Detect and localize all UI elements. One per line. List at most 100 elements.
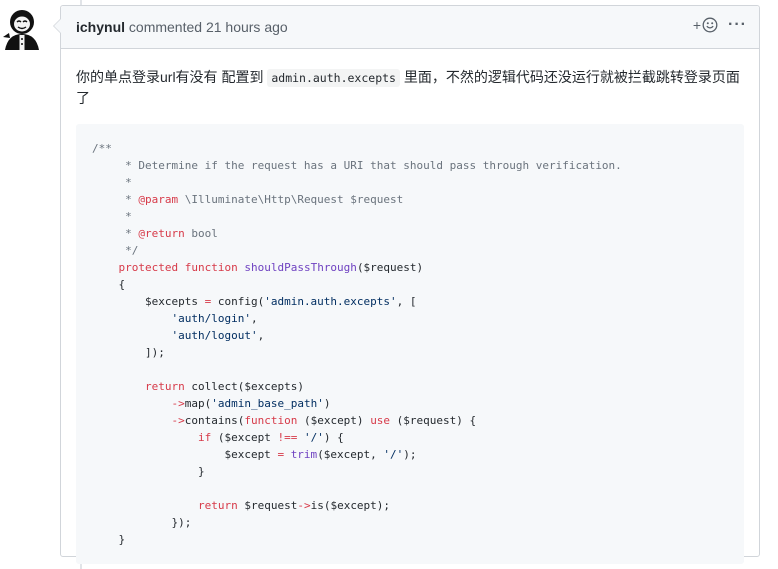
comment-text-before: 你的单点登录url有没有 配置到 [76, 69, 268, 85]
code-token: ); [403, 448, 417, 461]
code-token: , [ [396, 295, 417, 308]
code-line: ->contains(function ($except) use ($requ… [92, 412, 744, 429]
code-token: * [92, 210, 132, 223]
code-token: -> [171, 397, 185, 410]
code-token: if [197, 431, 212, 444]
code-token: , [257, 329, 265, 342]
code-token: $excepts [92, 295, 205, 308]
plus-label: + [692, 17, 702, 33]
code-token: '/' [383, 448, 404, 461]
code-token: * [92, 193, 139, 206]
code-line: }); [92, 514, 744, 531]
code-line: 'auth/login', [92, 310, 744, 327]
code-token: @return [138, 227, 185, 240]
code-line: */ [92, 242, 744, 259]
code-token: -> [297, 499, 311, 512]
code-token: ($request) { [390, 414, 477, 427]
code-line: protected function shouldPassThrough($re… [92, 259, 744, 276]
author-link[interactable]: ichynul [76, 19, 125, 35]
code-token: contains( [184, 414, 245, 427]
code-token: , [250, 312, 258, 325]
code-token: !== [277, 431, 298, 444]
code-line: ->map('admin_base_path') [92, 395, 744, 412]
code-token: is($except); [310, 499, 391, 512]
comment-header-text: ichynul commented 21 hours ago [76, 19, 288, 35]
code-token: } [92, 533, 126, 546]
code-line: } [92, 463, 744, 480]
code-token: map( [184, 397, 212, 410]
code-token: */ [92, 244, 139, 257]
code-line: * Determine if the request has a URI tha… [92, 157, 744, 174]
code-token: shouldPassThrough [244, 261, 357, 274]
code-token: collect($excepts) [184, 380, 304, 393]
code-line: 'auth/logout', [92, 327, 744, 344]
code-token: ($except, [317, 448, 384, 461]
add-reaction-button[interactable]: + [693, 17, 718, 33]
code-token: /** [92, 142, 112, 155]
code-token: ) [323, 397, 331, 410]
code-token: ($except [211, 431, 278, 444]
smiley-icon [702, 17, 718, 33]
comment-timestamp[interactable]: 21 hours ago [206, 19, 288, 35]
comment: ichynul commented 21 hours ago + ··· 你的单… [53, 5, 760, 564]
code-token: use [370, 414, 391, 427]
code-token: }); [92, 516, 192, 529]
code-token: ($request) [356, 261, 424, 274]
code-token: 'auth/logout' [171, 329, 258, 342]
code-line: return collect($excepts) [92, 378, 744, 395]
code-token: '/' [303, 431, 324, 444]
header-actions: + ··· [693, 17, 747, 34]
code-token: $request [237, 499, 298, 512]
code-token: * [92, 227, 139, 240]
code-token: { [92, 278, 126, 291]
comment-header: ichynul commented 21 hours ago + ··· [61, 6, 759, 49]
code-token: function [184, 261, 238, 274]
code-token: -> [171, 414, 185, 427]
avatar-image [0, 6, 44, 50]
code-token: ($except) [297, 414, 371, 427]
code-line: ]); [92, 344, 744, 361]
code-line: * @return bool [92, 225, 744, 242]
code-line: /** [92, 140, 744, 157]
code-token: ]); [92, 346, 165, 359]
code-line: if ($except !== '/') { [92, 429, 744, 446]
code-token: function [244, 414, 298, 427]
code-token: \Illuminate\Http\Request $request [178, 193, 404, 206]
code-line: * [92, 208, 744, 225]
code-line: } [92, 531, 744, 548]
inline-code: admin.auth.excepts [267, 69, 400, 87]
comment-text: 你的单点登录url有没有 配置到 admin.auth.excepts 里面，不… [76, 67, 744, 108]
code-token: 'admin.auth.excepts' [264, 295, 397, 308]
code-line: $excepts = config('admin.auth.excepts', … [92, 293, 744, 310]
kebab-icon[interactable]: ··· [728, 17, 747, 33]
code-token: 'auth/login' [171, 312, 251, 325]
code-line: * @param \Illuminate\Http\Request $reque… [92, 191, 744, 208]
code-line: $except = trim($except, '/'); [92, 446, 744, 463]
code-line: { [92, 276, 744, 293]
code-line: * [92, 174, 744, 191]
code-block: /** * Determine if the request has a URI… [76, 124, 744, 564]
code-token: bool [184, 227, 218, 240]
code-token: @param [138, 193, 179, 206]
code-token: $except [92, 448, 278, 461]
code-token: 'admin_base_path' [211, 397, 324, 410]
code-token: * Determine if the request has a URI tha… [92, 159, 622, 172]
code-token: return [144, 380, 185, 393]
code-line: return $request->is($except); [92, 497, 744, 514]
code-token: trim [290, 448, 318, 461]
code-token: config( [211, 295, 265, 308]
code-token: protected [118, 261, 179, 274]
avatar[interactable] [0, 6, 44, 50]
